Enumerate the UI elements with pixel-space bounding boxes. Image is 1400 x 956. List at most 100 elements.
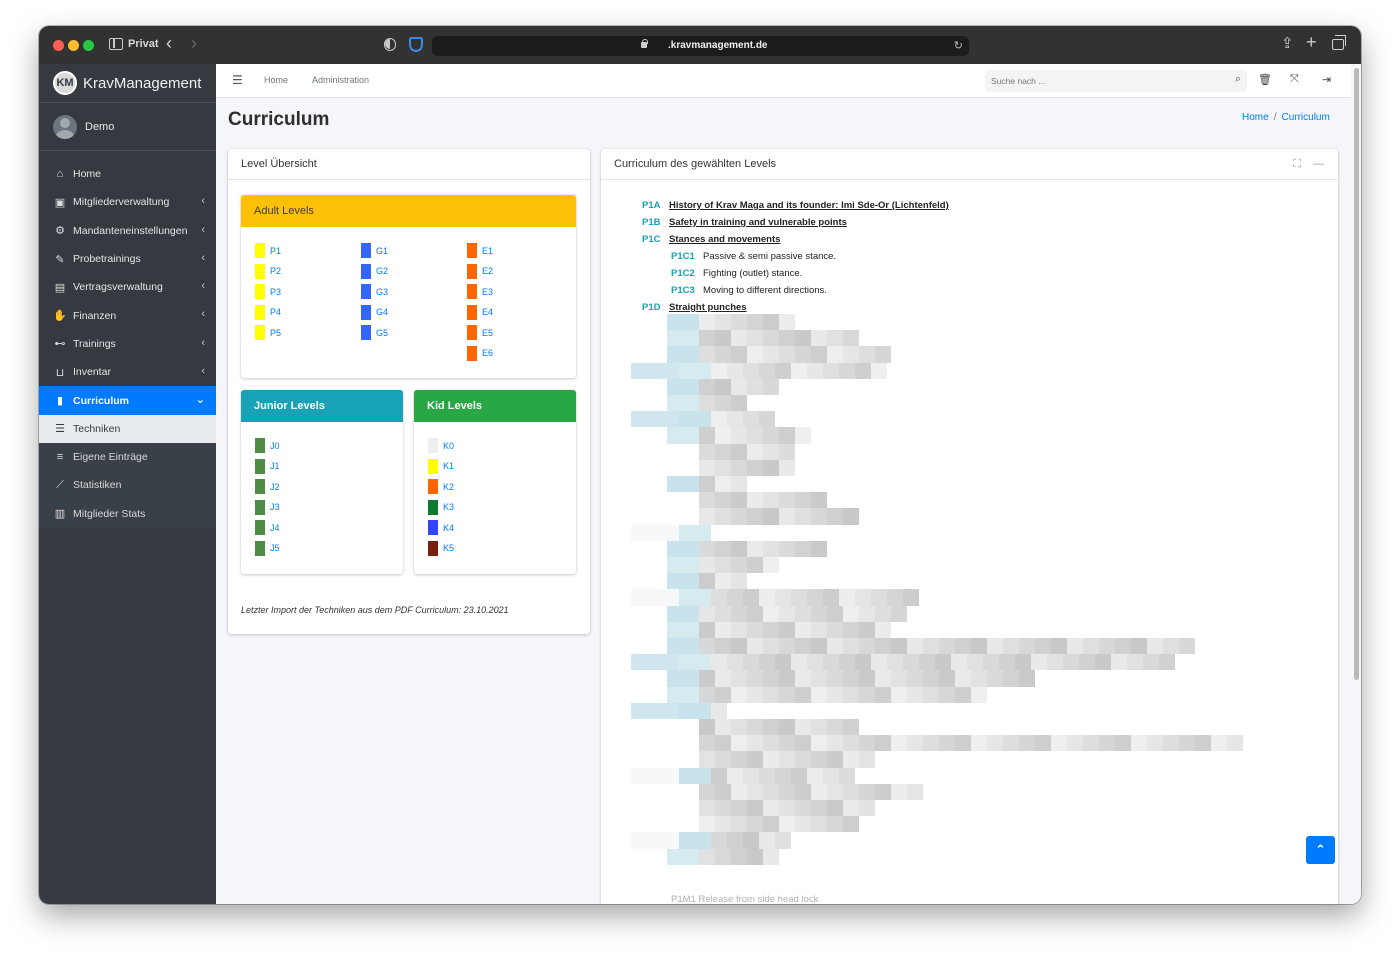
user-panel[interactable]: Demo	[39, 103, 216, 151]
level-label[interactable]: G2	[376, 266, 388, 276]
curriculum-title[interactable]: Safety in training and vulnerable points	[669, 217, 847, 228]
sidebar-item-statistiken[interactable]: ⟋ Statistiken	[39, 471, 216, 499]
level-label[interactable]: G4	[376, 307, 388, 317]
share-icon[interactable]: ⇪	[1281, 35, 1294, 53]
privacy-shield-icon[interactable]	[384, 38, 396, 51]
sidebar-item-home[interactable]: ⌂ Home	[39, 160, 216, 188]
level-label[interactable]: J1	[270, 461, 280, 471]
level-link-k2[interactable]: K2	[428, 479, 454, 494]
sidebar-item-curriculum[interactable]: ▮ Curriculum ⌄	[39, 386, 216, 415]
sidebar-item-mitgliederverwaltung[interactable]: ▣ Mitgliederverwaltung ‹	[39, 188, 216, 216]
level-label[interactable]: E1	[482, 246, 493, 256]
level-link-j3[interactable]: J3	[255, 499, 280, 515]
minimize-window-icon[interactable]	[68, 40, 79, 51]
level-link-e3[interactable]: E3	[467, 284, 493, 299]
breadcrumb-current[interactable]: Curriculum	[1281, 112, 1329, 123]
level-link-g1[interactable]: G1	[361, 243, 388, 258]
search-icon[interactable]: ⌕	[1235, 73, 1241, 86]
level-link-p1[interactable]: P1	[255, 243, 281, 258]
level-label[interactable]: E2	[482, 266, 493, 276]
sidebar-item-finanzen[interactable]: ✋ Finanzen ‹	[39, 301, 216, 329]
level-link-e6[interactable]: E6	[467, 345, 493, 361]
curriculum-title[interactable]: Passive & semi passive stance.	[703, 251, 836, 262]
level-label[interactable]: P4	[270, 307, 281, 317]
curriculum-title[interactable]: Stances and movements	[669, 234, 780, 245]
level-label[interactable]: G1	[376, 246, 388, 256]
level-link-e5[interactable]: E5	[467, 325, 493, 340]
maximize-icon[interactable]: ⛶	[1293, 158, 1301, 170]
level-link-g3[interactable]: G3	[361, 284, 388, 299]
sidebar-item-techniken[interactable]: ☰ Techniken	[39, 414, 216, 443]
level-label[interactable]: E3	[482, 287, 493, 297]
back-arrow-icon[interactable]: ‹	[166, 34, 172, 52]
level-label[interactable]: P1	[270, 246, 281, 256]
level-link-e2[interactable]: E2	[467, 263, 493, 279]
level-link-k5[interactable]: K5	[428, 540, 454, 556]
maximize-window-icon[interactable]	[83, 40, 94, 51]
level-link-g4[interactable]: G4	[361, 304, 388, 320]
level-link-k4[interactable]: K4	[428, 520, 454, 535]
curriculum-entry[interactable]: P1C2 Fighting (outlet) stance.	[671, 268, 802, 279]
level-link-j0[interactable]: J0	[255, 438, 280, 453]
level-link-g2[interactable]: G2	[361, 263, 388, 279]
level-link-j4[interactable]: J4	[255, 520, 280, 535]
curriculum-title[interactable]: History of Krav Maga and its founder: Im…	[669, 200, 949, 211]
new-tab-icon[interactable]: +	[1306, 33, 1317, 51]
level-link-e4[interactable]: E4	[467, 304, 493, 320]
page-scrollbar[interactable]	[1351, 64, 1361, 904]
level-link-p4[interactable]: P4	[255, 304, 281, 320]
forward-arrow-icon[interactable]: ›	[191, 34, 197, 52]
scrollbar-thumb[interactable]	[1354, 68, 1359, 680]
curriculum-entry[interactable]: P1D Straight punches	[642, 302, 747, 313]
breadcrumb-home[interactable]: Home	[1242, 112, 1269, 123]
scroll-to-top-button[interactable]: ⌃	[1306, 836, 1335, 864]
level-link-k3[interactable]: K3	[428, 499, 454, 515]
sidebar-item-eigene-eintraege[interactable]: ≡ Eigene Einträge	[39, 443, 216, 471]
level-label[interactable]: E6	[482, 348, 493, 358]
level-label[interactable]: K5	[443, 543, 454, 553]
level-label[interactable]: J5	[270, 543, 280, 553]
level-label[interactable]: K4	[443, 523, 454, 533]
curriculum-entry[interactable]: P1C3 Moving to different directions.	[671, 285, 827, 296]
level-label[interactable]: G3	[376, 287, 388, 297]
level-label[interactable]: G5	[376, 328, 388, 338]
sidebar-item-mitglieder-stats[interactable]: ▥ Mitglieder Stats	[39, 500, 216, 528]
nav-link-home[interactable]: Home	[264, 75, 288, 85]
menu-toggle-icon[interactable]: ☰	[232, 73, 243, 87]
level-link-p2[interactable]: P2	[255, 263, 281, 279]
brand-link[interactable]: KM KravManagement	[39, 64, 216, 103]
level-link-g5[interactable]: G5	[361, 325, 388, 340]
level-label[interactable]: K3	[443, 502, 454, 512]
sidebar-item-mandanteneinstellungen[interactable]: ⚙ Mandanteneinstellungen ‹	[39, 217, 216, 245]
logout-icon[interactable]: ⇥	[1322, 73, 1331, 86]
level-link-k1[interactable]: K1	[428, 458, 454, 474]
curriculum-entry[interactable]: P1C1 Passive & semi passive stance.	[671, 251, 836, 262]
level-link-j1[interactable]: J1	[255, 458, 280, 474]
search-input[interactable]	[991, 74, 1211, 88]
level-link-k0[interactable]: K0	[428, 438, 454, 453]
level-label[interactable]: K0	[443, 441, 454, 451]
browser-profile[interactable]: Privat	[128, 38, 159, 50]
level-label[interactable]: P5	[270, 328, 281, 338]
tab-overview-icon[interactable]	[1332, 35, 1346, 50]
curriculum-entry[interactable]: P1B Safety in training and vulnerable poi…	[642, 217, 847, 228]
level-label[interactable]: J0	[270, 441, 280, 451]
curriculum-entry[interactable]: P1A History of Krav Maga and its founder:…	[642, 200, 949, 211]
curriculum-title[interactable]: Fighting (outlet) stance.	[703, 268, 802, 279]
browser-sidebar-icon[interactable]	[109, 38, 123, 50]
curriculum-title[interactable]: Straight punches	[669, 302, 747, 313]
curriculum-entry[interactable]: P1C Stances and movements	[642, 234, 780, 245]
level-label[interactable]: P3	[270, 287, 281, 297]
level-label[interactable]: J2	[270, 482, 280, 492]
reload-icon[interactable]: ↻	[954, 39, 963, 52]
sidebar-item-inventar[interactable]: ⊔ Inventar ‹	[39, 358, 216, 386]
level-label[interactable]: K2	[443, 482, 454, 492]
level-label[interactable]: E5	[482, 328, 493, 338]
close-window-icon[interactable]	[53, 40, 64, 51]
sidebar-item-probetrainings[interactable]: ✎ Probetrainings ‹	[39, 245, 216, 273]
level-label[interactable]: E4	[482, 307, 493, 317]
level-link-j2[interactable]: J2	[255, 479, 280, 494]
nav-link-administration[interactable]: Administration	[312, 75, 369, 85]
level-label[interactable]: P2	[270, 266, 281, 276]
sidebar-item-vertragsverwaltung[interactable]: ▤ Vertragsverwaltung ‹	[39, 273, 216, 301]
